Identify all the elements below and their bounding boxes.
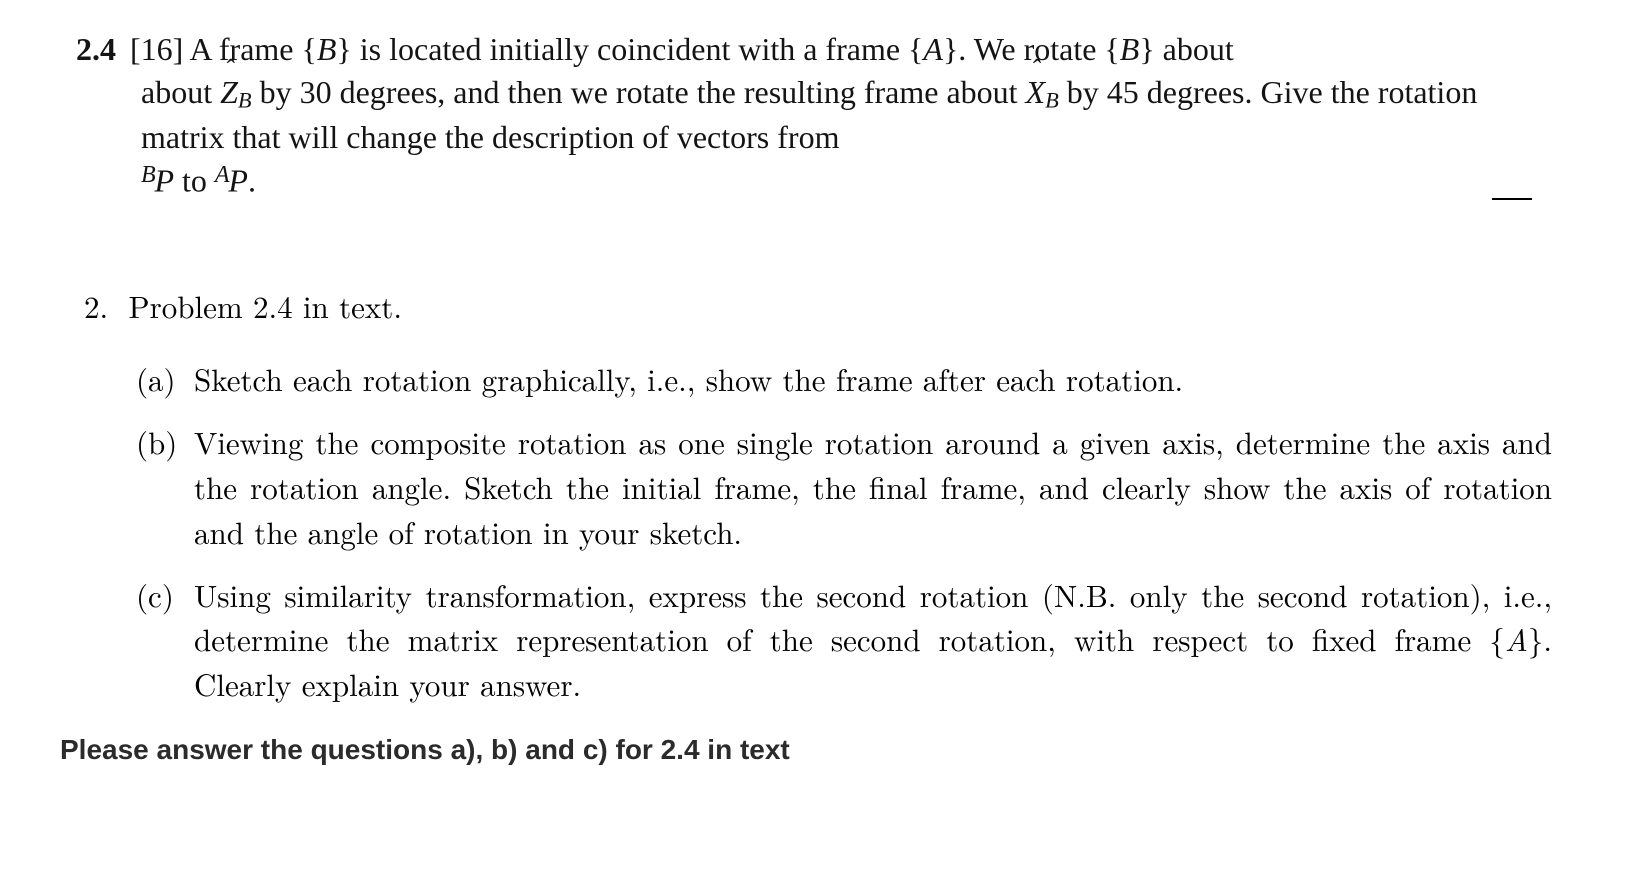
- sub-list: (a) Sketch each rotation graphically, i.…: [84, 356, 1572, 707]
- subitem-text: Sketch each rotation graphically, i.e., …: [194, 356, 1183, 400]
- subscript: B: [1045, 88, 1059, 113]
- problem-number: 2.4: [76, 31, 116, 67]
- frame-letter: A: [923, 31, 943, 67]
- x-hat-symbol: ˆX: [1026, 71, 1046, 114]
- subitem-text: Viewing the composite rotation as one si…: [194, 419, 1552, 553]
- frame-letter: B: [317, 31, 337, 67]
- subproblems-block: 2. Problem 2.4 in text. (a) Sketch each …: [56, 283, 1572, 707]
- frame-letter: B: [1120, 31, 1140, 67]
- subitem-b: (b) Viewing the composite rotation as on…: [136, 419, 1572, 554]
- subitem-label: (c): [136, 572, 174, 617]
- text-segment: } about: [1139, 31, 1233, 67]
- stray-dash-mark: [1492, 198, 1532, 200]
- text-segment: to: [174, 163, 215, 199]
- text-continuation-prefix: about: [141, 74, 220, 110]
- answer-instruction: Please answer the questions a), b) and c…: [56, 734, 1572, 766]
- text-segment: A frame {: [183, 31, 317, 67]
- subitem-label: (a): [136, 356, 176, 401]
- vector-p: P: [154, 163, 174, 199]
- subitem-text-pre: Using similarity transformation, express…: [194, 572, 1552, 661]
- subscript: B: [238, 88, 252, 113]
- problem-marks: [16]: [130, 31, 183, 67]
- text-segment: } is located initially coincident with a…: [336, 31, 923, 67]
- vector-p: P: [228, 163, 248, 199]
- outer-list-item: 2. Problem 2.4 in text.: [84, 283, 1572, 328]
- outer-label: 2.: [84, 283, 108, 327]
- outer-text: Problem 2.4 in text.: [128, 283, 402, 327]
- subitem-a: (a) Sketch each rotation graphically, i.…: [136, 356, 1572, 401]
- document-page: 2.4 [16] A frame {B} is located initiall…: [0, 0, 1628, 786]
- frame-letter: A: [1505, 616, 1528, 660]
- text-segment: .: [248, 163, 256, 199]
- problem-text: 2.4 [16] A frame {B} is located initiall…: [56, 28, 1572, 203]
- subitem-c: (c) Using similarity transformation, exp…: [136, 572, 1572, 707]
- subitem-label: (b): [136, 419, 177, 464]
- text-segment: by 30 degrees, and then we rotate the re…: [252, 74, 1026, 110]
- z-hat-symbol: ˆZ: [220, 71, 238, 114]
- problem-excerpt-block: 2.4 [16] A frame {B} is located initiall…: [56, 28, 1572, 203]
